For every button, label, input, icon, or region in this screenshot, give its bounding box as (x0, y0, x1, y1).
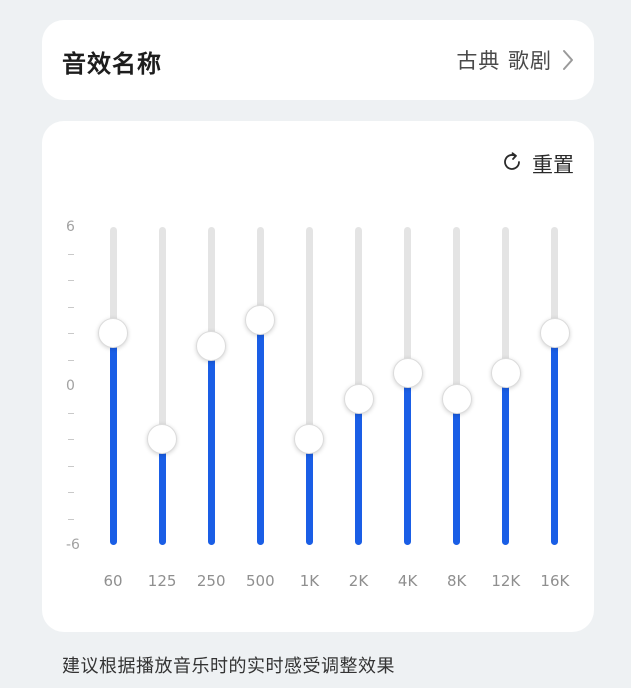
y-axis-tick (68, 492, 74, 493)
band-label: 250 (196, 572, 226, 590)
slider-knob[interactable] (343, 384, 374, 415)
slider-fill (551, 333, 559, 545)
band-label: 60 (103, 572, 123, 590)
slider-fill (404, 372, 412, 545)
equalizer-card: 6 0 -6 60 125 250 500 1K 2K 4K 8K 12K 16K 重置 (42, 121, 594, 632)
chevron-right-icon (560, 47, 576, 73)
y-axis-tick (68, 412, 74, 414)
slider-knob[interactable] (98, 318, 128, 348)
preset-selector[interactable]: 古典 歌剧 (456, 20, 576, 100)
slider-knob[interactable] (490, 357, 521, 388)
slider-fill (355, 399, 362, 545)
y-axis-tick (68, 253, 74, 255)
slider-knob[interactable] (392, 357, 423, 388)
band-label: 2K (348, 572, 369, 590)
slider-fill (207, 346, 215, 545)
band-label: 125 (147, 572, 177, 590)
slider-knob[interactable] (245, 304, 276, 335)
effect-name-title: 音效名称 (62, 50, 162, 78)
band-label: 8K (446, 572, 467, 590)
slider-knob[interactable] (147, 424, 178, 454)
slider-knob[interactable] (196, 331, 227, 362)
band-label: 500 (245, 572, 275, 590)
y-axis-tick (68, 280, 74, 281)
y-axis-tick (68, 359, 74, 361)
band-label: 1K (299, 572, 320, 590)
slider-knob[interactable] (539, 318, 570, 348)
band-label: 16K (540, 572, 570, 590)
y-axis-label: -6 (66, 537, 80, 553)
slider-knob[interactable] (294, 424, 325, 454)
y-axis-tick (68, 465, 74, 467)
y-axis-tick (68, 333, 74, 334)
preset-value: 古典 歌剧 (456, 49, 552, 73)
y-axis-label: 6 (66, 219, 75, 235)
slider-fill (305, 439, 313, 545)
slider-fill (109, 333, 117, 545)
reset-button[interactable]: 重置 (500, 149, 574, 179)
slider-fill (256, 319, 264, 545)
slider-fill (502, 372, 510, 545)
slider-fill (158, 439, 166, 545)
y-axis-label: 0 (66, 378, 75, 394)
reset-label: 重置 (532, 153, 574, 177)
effect-name-card[interactable]: 音效名称 古典 歌剧 (42, 20, 594, 100)
y-axis-tick (68, 439, 74, 440)
y-axis-tick (68, 306, 74, 308)
band-label: 12K (491, 572, 521, 590)
slider-fill (453, 399, 461, 545)
reset-icon (500, 150, 524, 178)
hint-text: 建议根据播放音乐时的实时感受调整效果 (62, 656, 395, 677)
equalizer-sliders: 6 0 -6 60 125 250 500 1K 2K 4K 8K 12K 16K (42, 121, 594, 632)
slider-knob[interactable] (441, 384, 472, 415)
y-axis-tick (68, 518, 74, 520)
band-label: 4K (397, 572, 418, 590)
